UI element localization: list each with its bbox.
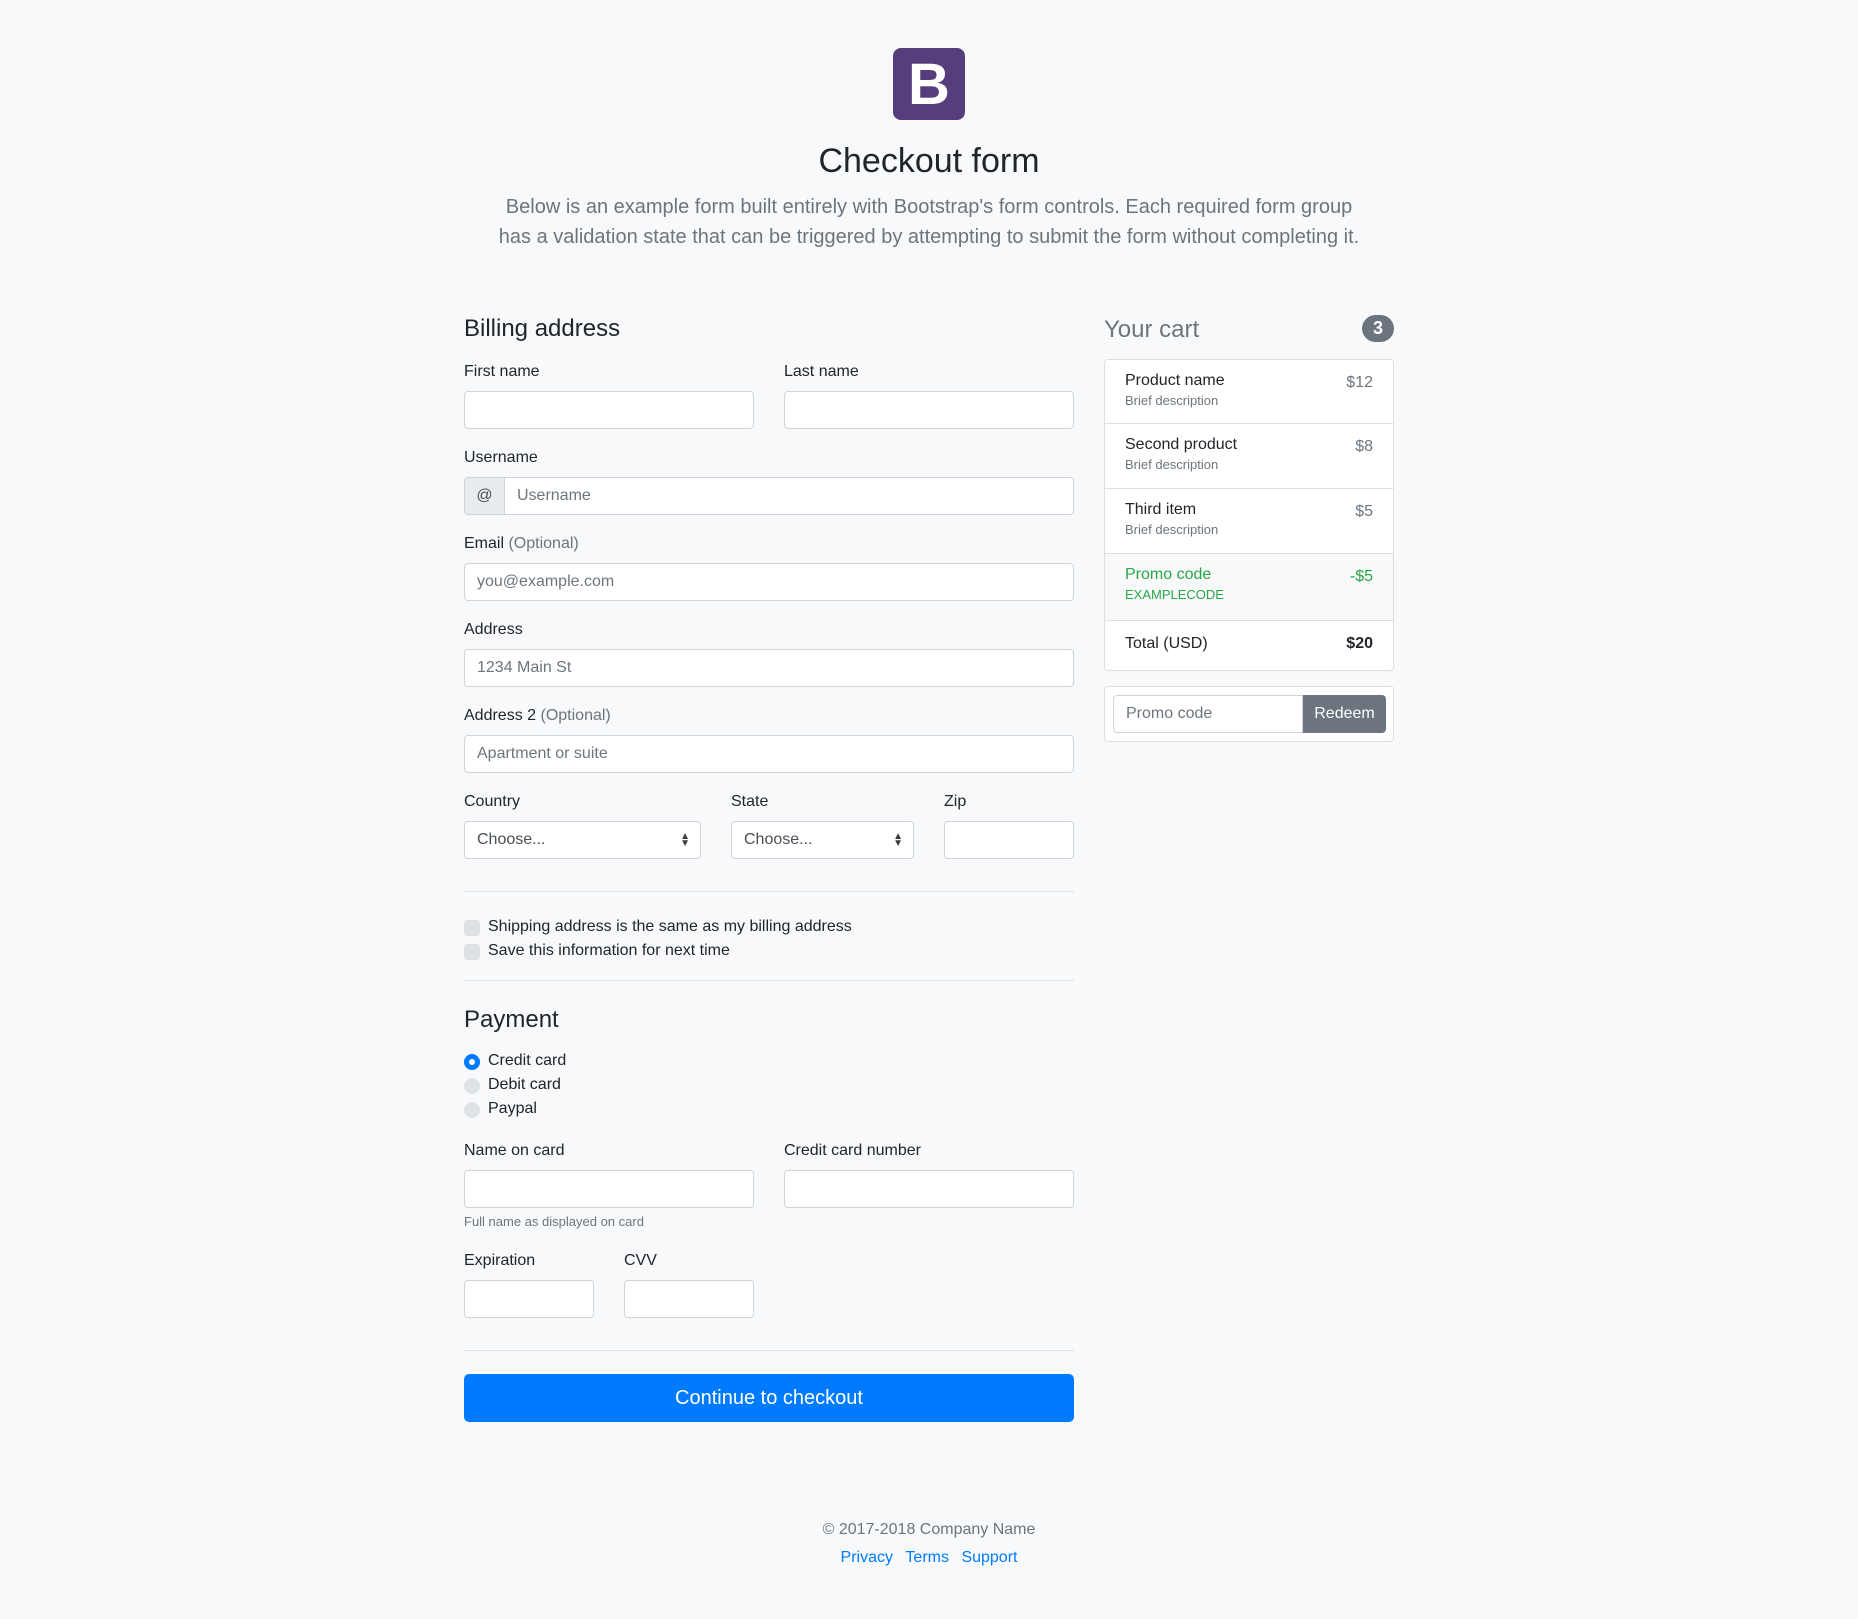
footer-link-privacy[interactable]: Privacy	[841, 1549, 893, 1566]
continue-checkout-button[interactable]: Continue to checkout	[464, 1374, 1074, 1422]
redeem-button[interactable]: Redeem	[1303, 695, 1386, 733]
divider	[464, 980, 1074, 981]
cvv-label: CVV	[624, 1252, 657, 1269]
expiration-input[interactable]	[464, 1280, 594, 1318]
billing-title: Billing address	[464, 315, 621, 342]
cart-item-desc: Brief description	[1125, 522, 1219, 537]
logo-letter: B	[908, 51, 950, 117]
cart-total-row: Total (USD) $20	[1104, 621, 1394, 671]
email-label-text: Email	[464, 535, 505, 552]
promo-code-input[interactable]: Promo code	[1113, 695, 1303, 733]
email-label: Email (Optional)	[464, 535, 579, 553]
cart-item-price: $5	[1355, 503, 1373, 520]
select-arrows-icon: ▲ ▼	[893, 831, 903, 849]
debit-card-radio[interactable]	[464, 1078, 480, 1094]
username-at-prepend: @	[464, 477, 505, 515]
promo-name: Promo code	[1125, 566, 1212, 583]
username-input[interactable]: Username	[504, 477, 1074, 515]
cvv-input[interactable]	[624, 1280, 754, 1318]
country-select[interactable]: Choose... ▲ ▼	[464, 821, 701, 859]
payment-title: Payment	[464, 1006, 559, 1033]
same-address-checkbox[interactable]	[464, 920, 480, 936]
state-select[interactable]: Choose... ▲ ▼	[731, 821, 914, 859]
page-title: Checkout form	[818, 142, 1040, 180]
zip-label: Zip	[944, 793, 967, 810]
save-info-label[interactable]: Save this information for next time	[488, 942, 730, 960]
cart-promo-row: Promo code EXAMPLECODE -$5	[1104, 554, 1394, 621]
cart-item-name: Product name	[1125, 372, 1225, 389]
address-input[interactable]: 1234 Main St	[464, 649, 1074, 687]
footer-link-support[interactable]: Support	[961, 1549, 1017, 1566]
page-lead: Below is an example form built entirely …	[498, 196, 1360, 248]
cart-item-name: Second product	[1125, 436, 1238, 453]
cart-item: Product name Brief description $12	[1104, 359, 1394, 424]
divider	[464, 1350, 1074, 1351]
username-label: Username	[464, 449, 538, 466]
promo-code: EXAMPLECODE	[1125, 587, 1224, 602]
state-value: Choose...	[744, 831, 813, 848]
cart-item-desc: Brief description	[1125, 393, 1219, 408]
same-address-label[interactable]: Shipping address is the same as my billi…	[488, 918, 852, 936]
cart-item-desc: Brief description	[1125, 457, 1219, 472]
country-label: Country	[464, 793, 521, 810]
cart-item-name: Third item	[1125, 501, 1197, 518]
name-on-card-help: Full name as displayed on card	[464, 1214, 644, 1229]
address2-label: Address 2 (Optional)	[464, 707, 611, 725]
save-info-checkbox[interactable]	[464, 944, 480, 960]
credit-card-label[interactable]: Credit card	[488, 1052, 566, 1070]
promo-form: Promo code Redeem	[1104, 686, 1394, 742]
country-value: Choose...	[477, 831, 546, 848]
divider	[464, 891, 1074, 892]
zip-input[interactable]	[944, 821, 1074, 859]
paypal-label[interactable]: Paypal	[488, 1100, 537, 1118]
cart-list: Product name Brief description $12 Secon…	[1104, 359, 1394, 671]
state-label: State	[731, 793, 769, 810]
address2-label-text: Address 2	[464, 707, 537, 724]
promo-amount: -$5	[1349, 568, 1373, 585]
select-arrows-icon: ▲ ▼	[680, 831, 690, 849]
expiration-label: Expiration	[464, 1252, 536, 1269]
cart-item-price: $12	[1346, 374, 1373, 391]
address2-input[interactable]: Apartment or suite	[464, 735, 1074, 773]
cart-title: Your cart	[1104, 316, 1200, 343]
address2-optional: (Optional)	[540, 707, 611, 724]
last-name-input[interactable]	[784, 391, 1074, 429]
total-label: Total (USD)	[1125, 635, 1208, 652]
cart-item: Third item Brief description $5	[1104, 489, 1394, 554]
paypal-radio[interactable]	[464, 1102, 480, 1118]
total-amount: $20	[1346, 635, 1373, 652]
cart-count-badge: 3	[1362, 315, 1394, 342]
name-on-card-label: Name on card	[464, 1142, 565, 1159]
footer-copyright: © 2017-2018 Company Name	[822, 1521, 1036, 1538]
debit-card-label[interactable]: Debit card	[488, 1076, 561, 1094]
email-input[interactable]: you@example.com	[464, 563, 1074, 601]
email-optional: (Optional)	[508, 535, 579, 552]
card-number-label: Credit card number	[784, 1142, 921, 1159]
name-on-card-input[interactable]	[464, 1170, 754, 1208]
cart-item-price: $8	[1355, 438, 1373, 455]
first-name-label: First name	[464, 363, 540, 380]
footer-links: Privacy Terms Support	[0, 1549, 1858, 1567]
card-number-input[interactable]	[784, 1170, 1074, 1208]
address-label: Address	[464, 621, 523, 638]
last-name-label: Last name	[784, 363, 859, 380]
bootstrap-logo: B	[893, 48, 965, 120]
first-name-input[interactable]	[464, 391, 754, 429]
cart-item: Second product Brief description $8	[1104, 424, 1394, 489]
credit-card-radio[interactable]	[464, 1054, 480, 1070]
footer-link-terms[interactable]: Terms	[905, 1549, 949, 1566]
